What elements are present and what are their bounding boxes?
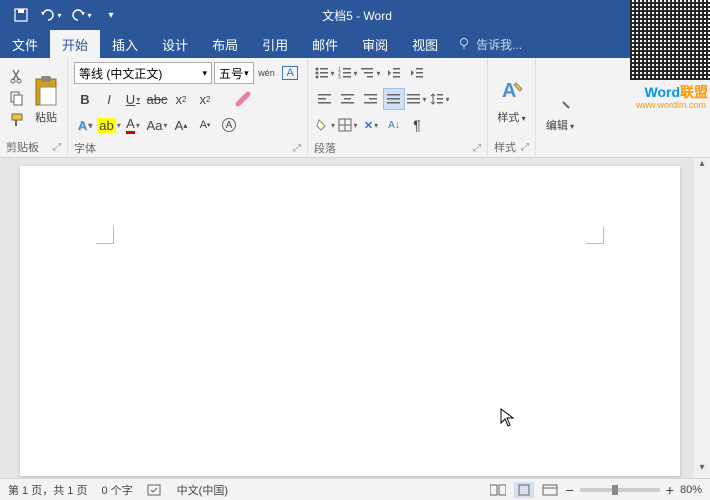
align-right-button[interactable] bbox=[360, 88, 382, 110]
strikethrough-button[interactable]: abc bbox=[146, 88, 168, 110]
vertical-scrollbar[interactable]: ▴ ▾ bbox=[694, 158, 710, 478]
bold-button[interactable]: B bbox=[74, 88, 96, 110]
line-spacing-button[interactable] bbox=[429, 88, 451, 110]
font-launcher[interactable]: ⤢ bbox=[293, 143, 301, 154]
tab-design[interactable]: 设计 bbox=[150, 30, 200, 58]
undo-button[interactable]: ▾ bbox=[38, 2, 64, 28]
word-count[interactable]: 0 个字 bbox=[101, 482, 132, 498]
numbering-button[interactable]: 123 bbox=[337, 62, 359, 84]
character-border-button[interactable]: A bbox=[279, 62, 301, 84]
group-paragraph: 123 ✕ A↓ ¶ 段落⤢ bbox=[308, 58, 488, 157]
document-area[interactable]: ▴ ▾ bbox=[0, 158, 710, 478]
styles-launcher[interactable]: ⤢ bbox=[521, 142, 529, 153]
show-hide-button[interactable]: ¶ bbox=[406, 114, 428, 136]
clear-formatting-button[interactable] bbox=[232, 88, 254, 110]
tab-layout[interactable]: 布局 bbox=[200, 30, 250, 58]
align-center-button[interactable] bbox=[337, 88, 359, 110]
asian-layout-button[interactable]: ✕ bbox=[360, 114, 382, 136]
svg-text:A: A bbox=[502, 80, 516, 102]
phonetic-guide-button[interactable]: wén bbox=[256, 62, 278, 84]
copy-button[interactable] bbox=[6, 88, 28, 108]
change-case-button[interactable]: Aa bbox=[146, 114, 168, 136]
text-effects-button[interactable]: A bbox=[74, 114, 96, 136]
mouse-cursor-icon bbox=[500, 408, 516, 428]
language-indicator[interactable]: 中文(中国) bbox=[177, 482, 228, 498]
read-mode-button[interactable] bbox=[488, 482, 508, 498]
tab-insert[interactable]: 插入 bbox=[100, 30, 150, 58]
tab-review[interactable]: 审阅 bbox=[350, 30, 400, 58]
styles-button[interactable]: A 样式 ▾ bbox=[494, 62, 529, 137]
zoom-out-button[interactable]: − bbox=[566, 482, 574, 498]
underline-button[interactable]: U bbox=[122, 88, 144, 110]
group-styles: A 样式 ▾ 样式⤢ bbox=[488, 58, 536, 157]
watermark-url: www.wordlm.com bbox=[636, 100, 706, 110]
multilevel-list-button[interactable] bbox=[360, 62, 382, 84]
cut-button[interactable] bbox=[6, 66, 28, 86]
status-bar: 第 1 页，共 1 页 0 个字 中文(中国) − + 80% bbox=[0, 478, 710, 500]
tab-view[interactable]: 视图 bbox=[400, 30, 450, 58]
shading-button[interactable] bbox=[314, 114, 336, 136]
group-font: 等线 (中文正文)▾ 五号▾ wén A B I U abc x2 x2 A a… bbox=[68, 58, 308, 157]
qat-customize[interactable]: ▾ bbox=[98, 2, 124, 28]
decrease-indent-button[interactable] bbox=[383, 62, 405, 84]
highlight-button[interactable]: ab bbox=[98, 114, 120, 136]
tab-references[interactable]: 引用 bbox=[250, 30, 300, 58]
zoom-level[interactable]: 80% bbox=[680, 484, 702, 496]
ribbon-tabs: 文件 开始 插入 设计 布局 引用 邮件 审阅 视图 告诉我... 登录 bbox=[0, 30, 710, 58]
scroll-up-arrow[interactable]: ▴ bbox=[694, 158, 710, 174]
borders-button[interactable] bbox=[337, 114, 359, 136]
distribute-button[interactable] bbox=[406, 88, 428, 110]
clipboard-launcher[interactable]: ⤢ bbox=[53, 142, 61, 153]
tell-me-search[interactable]: 告诉我... bbox=[450, 30, 522, 58]
zoom-in-button[interactable]: + bbox=[666, 482, 674, 498]
italic-button[interactable]: I bbox=[98, 88, 120, 110]
format-painter-button[interactable] bbox=[6, 110, 28, 130]
bullets-button[interactable] bbox=[314, 62, 336, 84]
shrink-font-button[interactable]: A▾ bbox=[194, 114, 216, 136]
tab-mailings[interactable]: 邮件 bbox=[300, 30, 350, 58]
watermark-brand: Word联盟 bbox=[644, 82, 708, 102]
enclose-characters-button[interactable]: A bbox=[218, 114, 240, 136]
margin-corner-tr bbox=[586, 226, 604, 244]
qr-code-overlay bbox=[630, 0, 710, 80]
group-clipboard: 粘贴 剪贴板⤢ bbox=[0, 58, 68, 157]
zoom-slider[interactable] bbox=[580, 488, 660, 492]
svg-text:3: 3 bbox=[338, 75, 341, 79]
font-name-combo[interactable]: 等线 (中文正文)▾ bbox=[74, 62, 212, 84]
tab-home[interactable]: 开始 bbox=[50, 30, 100, 58]
sort-button[interactable]: A↓ bbox=[383, 114, 405, 136]
print-layout-button[interactable] bbox=[514, 482, 534, 498]
margin-corner-tl bbox=[96, 226, 114, 244]
font-size-combo[interactable]: 五号▾ bbox=[214, 62, 254, 84]
document-page[interactable] bbox=[20, 166, 680, 476]
ribbon: 粘贴 剪贴板⤢ 等线 (中文正文)▾ 五号▾ wén A B I U abc x… bbox=[0, 58, 710, 158]
tab-file[interactable]: 文件 bbox=[0, 30, 50, 58]
grow-font-button[interactable]: A▴ bbox=[170, 114, 192, 136]
editing-button[interactable]: 编辑 ▾ bbox=[542, 62, 578, 153]
web-layout-button[interactable] bbox=[540, 482, 560, 498]
font-color-button[interactable]: A bbox=[122, 114, 144, 136]
quick-access-toolbar: ▾ ▾ ▾ bbox=[0, 2, 124, 28]
subscript-button[interactable]: x2 bbox=[170, 88, 192, 110]
superscript-button[interactable]: x2 bbox=[194, 88, 216, 110]
page-indicator[interactable]: 第 1 页，共 1 页 bbox=[8, 482, 87, 498]
title-bar: ▾ ▾ ▾ 文档5 - Word bbox=[0, 0, 710, 30]
align-left-button[interactable] bbox=[314, 88, 336, 110]
increase-indent-button[interactable] bbox=[406, 62, 428, 84]
scroll-down-arrow[interactable]: ▾ bbox=[694, 462, 710, 478]
proofing-icon[interactable] bbox=[147, 483, 163, 497]
save-button[interactable] bbox=[8, 2, 34, 28]
window-title: 文档5 - Word bbox=[124, 7, 590, 24]
paragraph-launcher[interactable]: ⤢ bbox=[473, 143, 481, 154]
redo-button[interactable]: ▾ bbox=[68, 2, 94, 28]
group-editing: 编辑 ▾ bbox=[536, 58, 584, 157]
paste-button[interactable]: 粘贴 bbox=[30, 62, 62, 137]
justify-button[interactable] bbox=[383, 88, 405, 110]
